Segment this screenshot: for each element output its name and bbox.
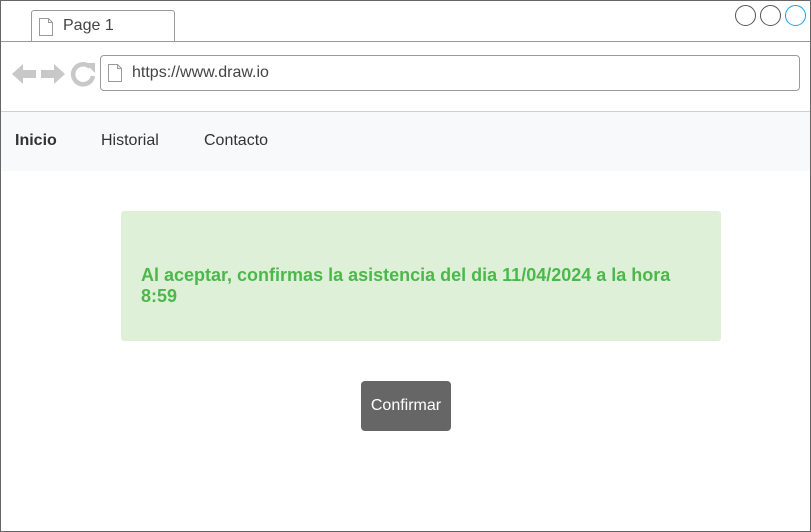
address-row: https://www.draw.io	[1, 42, 810, 112]
forward-arrow-icon[interactable]	[40, 61, 66, 87]
nav-item-contacto[interactable]: Contacto	[204, 132, 268, 150]
tab-title: Page 1	[63, 17, 114, 34]
window-control-icon[interactable]	[735, 5, 756, 26]
browser-tab[interactable]: Page 1	[31, 10, 175, 41]
url-text: https://www.draw.io	[132, 64, 269, 81]
navbar: Inicio Historial Contacto	[1, 112, 810, 171]
window-control-icon[interactable]	[785, 5, 806, 26]
nav-item-historial[interactable]: Historial	[101, 132, 159, 150]
confirmation-alert: Al aceptar, confirmas la asistencia del …	[121, 211, 721, 341]
confirm-button[interactable]: Confirmar	[361, 381, 451, 431]
page-icon	[39, 18, 53, 36]
page-icon	[108, 64, 122, 82]
address-bar[interactable]: https://www.draw.io	[100, 55, 800, 91]
reload-icon[interactable]	[70, 61, 96, 87]
alert-message: Al aceptar, confirmas la asistencia del …	[141, 265, 671, 306]
window-controls	[735, 5, 806, 26]
window-control-icon[interactable]	[760, 5, 781, 26]
browser-window: Page 1 https://www.draw.io Inicio Histor…	[0, 0, 811, 532]
tab-strip: Page 1	[1, 1, 810, 42]
back-arrow-icon[interactable]	[11, 61, 37, 87]
nav-item-inicio[interactable]: Inicio	[15, 132, 57, 150]
